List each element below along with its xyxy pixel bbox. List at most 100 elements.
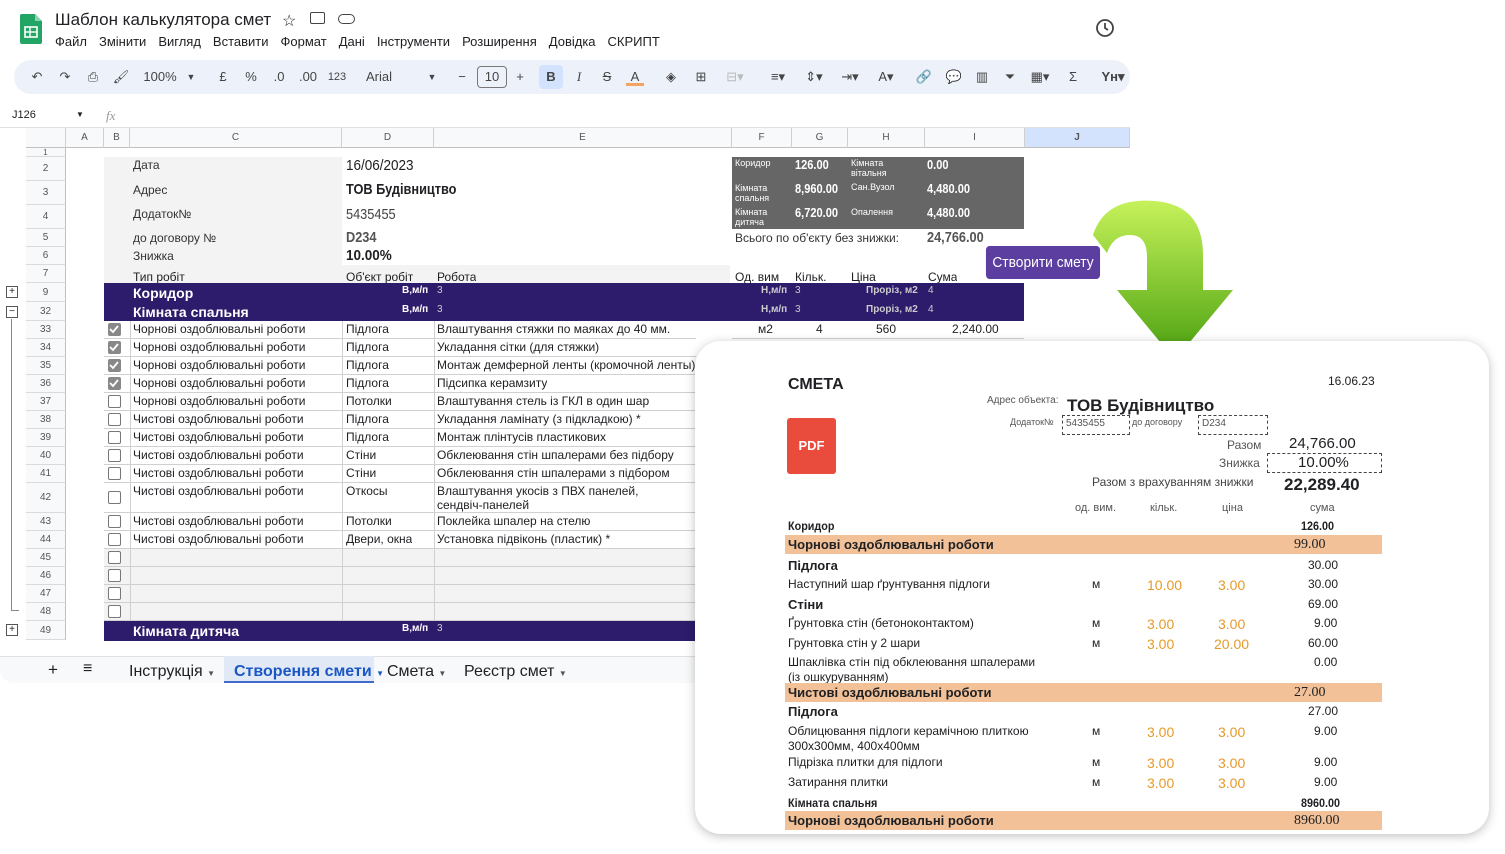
pdf-icon[interactable]: PDF — [787, 418, 836, 474]
row-checkbox[interactable] — [108, 551, 121, 564]
work-type-cell[interactable]: Чистові оздоблювальні роботи — [133, 466, 304, 480]
row-header[interactable]: 5 — [26, 229, 66, 247]
text-color-button[interactable]: A — [626, 68, 644, 86]
work-type-cell[interactable]: Чорнові оздоблювальні роботи — [133, 358, 305, 372]
menu-script[interactable]: СКРИПТ — [608, 34, 660, 49]
filter-icon[interactable]: ⏷ — [1000, 68, 1020, 86]
band-param-value[interactable]: 3 — [437, 623, 443, 634]
row-header[interactable]: 44 — [26, 531, 66, 549]
row-checkbox[interactable] — [108, 569, 121, 582]
redo-icon[interactable]: ↷ — [56, 68, 74, 86]
row-checkbox[interactable] — [108, 431, 121, 444]
menu-help[interactable]: Довідка — [549, 34, 596, 49]
font-size-decrease-button[interactable]: − — [454, 68, 470, 86]
vertical-align-icon[interactable]: ⇕▾ — [800, 68, 828, 86]
menu-view[interactable]: Вигляд — [158, 34, 201, 49]
row-checkbox[interactable] — [108, 587, 121, 600]
row-checkbox[interactable] — [108, 491, 121, 504]
column-header-d[interactable]: D — [342, 128, 434, 148]
column-header-e[interactable]: E — [434, 128, 732, 148]
row-checkbox[interactable] — [108, 395, 121, 408]
object-cell[interactable]: Підлога — [346, 412, 389, 426]
row-header[interactable]: 38 — [26, 411, 66, 429]
italic-button[interactable]: I — [570, 68, 588, 86]
row-checkbox[interactable] — [108, 413, 121, 426]
row-header[interactable]: 39 — [26, 429, 66, 447]
row-header[interactable]: 32 — [26, 302, 66, 321]
increase-decimal-button[interactable]: .00 — [296, 68, 320, 86]
work-cell[interactable]: Монтаж демферной ленты (кромочной ленты) — [437, 358, 695, 372]
column-header-j[interactable]: J — [1025, 128, 1130, 148]
menu-tools[interactable]: Інструменти — [377, 34, 450, 49]
name-box[interactable]: J126 — [12, 109, 36, 121]
price-cell[interactable]: 560 — [876, 322, 896, 336]
row-checkbox[interactable] — [108, 341, 121, 354]
chart-icon[interactable]: ▥ — [972, 68, 992, 86]
work-type-cell[interactable]: Чорнові оздоблювальні роботи — [133, 322, 305, 336]
work-type-cell[interactable]: Чистові оздоблювальні роботи — [133, 448, 304, 462]
collapse-group-icon[interactable]: − — [6, 306, 18, 318]
work-cell[interactable]: Укладання сітки (для стяжки) — [437, 340, 599, 354]
menu-edit[interactable]: Змінити — [99, 34, 146, 49]
fill-color-icon[interactable]: ◈ — [662, 68, 680, 86]
work-cell[interactable]: Установка підвіконь (пластик) * — [437, 532, 610, 546]
functions-button[interactable]: Σ — [1064, 68, 1082, 86]
tab-instruction[interactable]: Інструкція ▼ — [129, 663, 215, 681]
address-value[interactable]: ТОВ Будівництво — [346, 181, 456, 198]
menu-data[interactable]: Дані — [339, 34, 365, 49]
room-band-name[interactable]: Кімната спальня — [133, 304, 249, 320]
work-cell[interactable]: Обклеювання стін шпалерами без підбору — [437, 448, 674, 462]
row-header[interactable]: 36 — [26, 375, 66, 393]
work-type-cell[interactable]: Чистові оздоблювальні роботи — [133, 430, 304, 444]
work-cell[interactable]: Влаштування укосів з ПВХ панелей, — [437, 484, 638, 498]
date-value[interactable]: 16/06/2023 — [346, 157, 414, 174]
row-checkbox[interactable] — [108, 449, 121, 462]
work-cell[interactable]: Монтаж плінтусів пластикових — [437, 430, 606, 444]
row-header[interactable]: 48 — [26, 603, 66, 621]
contract-value[interactable]: D234 — [346, 229, 376, 246]
object-cell[interactable]: Підлога — [346, 376, 389, 390]
font-size-increase-button[interactable]: + — [512, 68, 528, 86]
chevron-down-icon[interactable]: ▼ — [184, 68, 198, 86]
work-cell[interactable]: Влаштування стяжки по маяках до 40 мм. — [437, 322, 670, 336]
row-header[interactable]: 40 — [26, 447, 66, 465]
row-header[interactable]: 2 — [26, 157, 66, 181]
link-icon[interactable]: 🔗 — [914, 68, 934, 86]
column-header-c[interactable]: C — [130, 128, 342, 148]
row-header[interactable]: 7 — [26, 265, 66, 283]
work-cell[interactable]: Укладання ламінату (з підкладкою) * — [437, 412, 641, 426]
row-checkbox[interactable] — [108, 605, 121, 618]
row-header[interactable]: 45 — [26, 549, 66, 567]
expand-group-icon[interactable]: + — [6, 286, 18, 298]
sum-cell[interactable]: 2,240.00 — [952, 322, 999, 336]
menu-extensions[interactable]: Розширення — [462, 34, 537, 49]
font-select[interactable]: Arial — [366, 68, 426, 86]
work-type-cell[interactable]: Чорнові оздоблювальні роботи — [133, 394, 305, 408]
comment-icon[interactable]: 💬 — [944, 68, 964, 86]
input-tools-icon[interactable]: Yʜ▾ — [1096, 68, 1130, 86]
object-cell[interactable]: Стіни — [346, 466, 376, 480]
print-icon[interactable]: ⎙ — [84, 68, 102, 86]
work-type-cell[interactable]: Чорнові оздоблювальні роботи — [133, 340, 305, 354]
create-estimate-button[interactable]: Створити смету — [985, 246, 1101, 279]
column-header-a[interactable]: A — [66, 128, 104, 148]
work-cell[interactable]: Обклеювання стін шпалерами з підбором — [437, 466, 670, 480]
menu-file[interactable]: Файл — [55, 34, 87, 49]
cloud-status-icon[interactable] — [338, 14, 355, 24]
object-cell[interactable]: Підлога — [346, 340, 389, 354]
row-header[interactable]: 1 — [26, 148, 66, 157]
row-header[interactable]: 49 — [26, 621, 66, 640]
sheets-logo-icon[interactable] — [20, 14, 42, 44]
tab-estimate[interactable]: Смета ▼ — [387, 663, 446, 681]
corner-header[interactable] — [26, 128, 66, 148]
row-checkbox[interactable] — [108, 515, 121, 528]
row-header[interactable]: 41 — [26, 465, 66, 483]
move-folder-icon[interactable] — [310, 12, 325, 24]
band-param-value[interactable]: 3 — [795, 304, 801, 315]
chevron-down-icon[interactable]: ▼ — [76, 110, 84, 119]
strikethrough-button[interactable]: S — [598, 68, 616, 86]
work-cell[interactable]: Влаштування стель із ГКЛ в один шар — [437, 394, 649, 408]
unit-cell[interactable]: м2 — [758, 322, 773, 336]
row-header[interactable]: 46 — [26, 567, 66, 585]
column-header-f[interactable]: F — [732, 128, 792, 148]
